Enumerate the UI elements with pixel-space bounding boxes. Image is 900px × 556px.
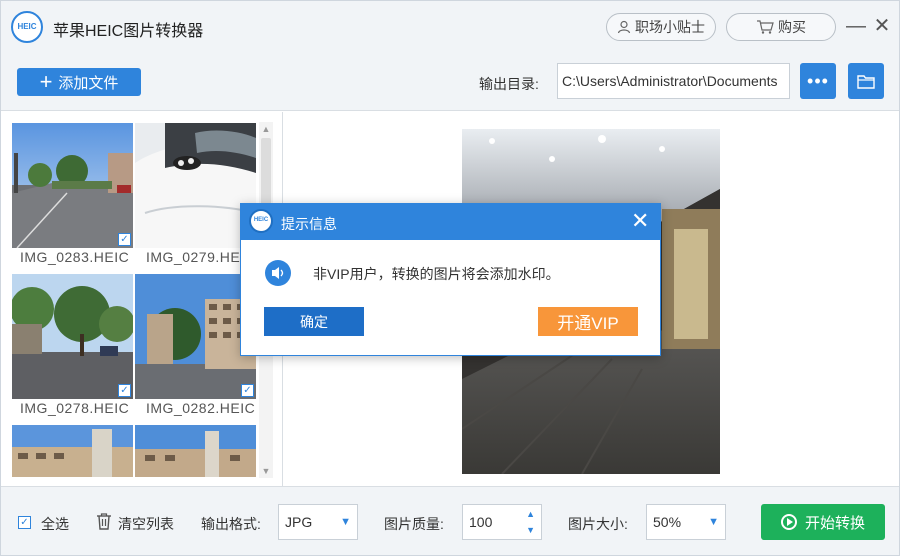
app-logo-icon: HEIC [11, 11, 43, 43]
file-thumbnail[interactable]: ✓ [135, 274, 256, 399]
bottom-bar: ✓ 全选 清空列表 输出格式: JPG ▼ 图片质量: 100 ▲ ▼ 图片大小… [1, 486, 899, 555]
open-folder-button[interactable] [848, 63, 884, 99]
start-convert-button[interactable]: 开始转换 [761, 504, 885, 540]
browse-more-button[interactable]: ••• [800, 63, 836, 99]
app-title: 苹果HEIC图片转换器 [53, 23, 204, 40]
file-thumbnail[interactable]: ✓ [12, 123, 133, 248]
file-name: IMG_0282.HEIC [146, 400, 256, 416]
tips-label: 职场小贴士 [635, 19, 705, 35]
size-select[interactable]: 50% ▼ [646, 504, 726, 540]
minimize-button[interactable]: — [845, 15, 867, 37]
dialog-message: 非VIP用户，转换的图片将会添加水印。 [313, 266, 560, 282]
more-dots-icon: ••• [807, 70, 829, 91]
dialog-title: 提示信息 [281, 216, 337, 232]
play-icon [780, 514, 797, 530]
street-trees-photo [12, 274, 133, 399]
buy-label: 购买 [778, 19, 806, 35]
car-photo [135, 123, 256, 248]
output-dir-label: 输出目录: [479, 76, 539, 92]
plus-icon: + [39, 69, 53, 94]
output-dir-field[interactable]: C:\Users\Administrator\Documents [557, 63, 790, 99]
tips-button[interactable]: 职场小贴士 [606, 13, 716, 41]
building-photo [135, 425, 256, 477]
quality-label: 图片质量: [384, 516, 444, 532]
output-format-value: JPG [285, 514, 313, 530]
file-thumbnail[interactable] [12, 425, 133, 477]
file-checkbox[interactable]: ✓ [118, 384, 131, 397]
building-photo [12, 425, 133, 477]
select-all-label[interactable]: 全选 [41, 514, 69, 534]
dropdown-arrow-icon: ▼ [708, 516, 719, 528]
output-format-label: 输出格式: [201, 516, 261, 532]
add-file-button[interactable]: + 添加文件 [17, 68, 141, 96]
open-vip-button[interactable]: 开通VIP [538, 307, 638, 336]
building-photo [135, 274, 256, 399]
app-logo-text: HEIC [17, 22, 37, 31]
user-icon [617, 20, 631, 34]
quality-stepper[interactable]: 100 ▲ ▼ [462, 504, 542, 540]
dropdown-arrow-icon: ▼ [340, 516, 351, 528]
file-checkbox[interactable]: ✓ [241, 384, 254, 397]
file-name: IMG_0283.HEIC [20, 249, 130, 265]
dialog-close-icon[interactable]: ✕ [631, 210, 649, 232]
file-thumbnail[interactable] [135, 425, 256, 477]
scroll-down-arrow-icon[interactable]: ▼ [259, 464, 273, 478]
size-label: 图片大小: [568, 516, 628, 532]
file-thumbnail[interactable]: ✓ [12, 274, 133, 399]
close-window-button[interactable]: ✕ [871, 15, 893, 37]
buy-button[interactable]: 购买 [726, 13, 836, 41]
dialog-logo-text: HEIC [253, 217, 269, 223]
file-thumbnail[interactable]: ✓ [135, 123, 256, 248]
size-value: 50% [653, 514, 682, 530]
select-all-checkbox[interactable]: ✓ [18, 516, 31, 529]
clear-list-button[interactable]: 清空列表 [118, 514, 174, 534]
street-photo [12, 123, 133, 248]
file-name: IMG_0279.HEIC [146, 249, 256, 265]
title-bar: HEIC 苹果HEIC图片转换器 职场小贴士 购买 — ✕ [1, 1, 899, 55]
dialog-logo-icon: HEIC [249, 209, 273, 233]
dialog-header: HEIC 提示信息 ✕ [241, 204, 660, 240]
app-window: HEIC 苹果HEIC图片转换器 职场小贴士 购买 — ✕ + 添加文件 输出目… [0, 0, 900, 556]
scroll-up-arrow-icon[interactable]: ▲ [259, 122, 273, 136]
file-checkbox[interactable]: ✓ [118, 233, 131, 246]
cart-icon [757, 20, 774, 34]
quality-value: 100 [469, 514, 493, 530]
trash-icon[interactable] [96, 513, 112, 530]
notice-dialog: HEIC 提示信息 ✕ 非VIP用户，转换的图片将会添加水印。 确定 开通VIP [240, 203, 661, 356]
output-format-select[interactable]: JPG ▼ [278, 504, 358, 540]
add-file-label: 添加文件 [58, 74, 119, 92]
start-convert-label: 开始转换 [804, 514, 865, 532]
folder-icon [857, 74, 875, 89]
file-name: IMG_0278.HEIC [20, 400, 130, 416]
speaker-icon [265, 260, 291, 286]
toolbar: + 添加文件 输出目录: C:\Users\Administrator\Docu… [1, 55, 899, 111]
stepper-down-icon[interactable]: ▼ [526, 513, 535, 547]
ok-button[interactable]: 确定 [264, 307, 364, 336]
